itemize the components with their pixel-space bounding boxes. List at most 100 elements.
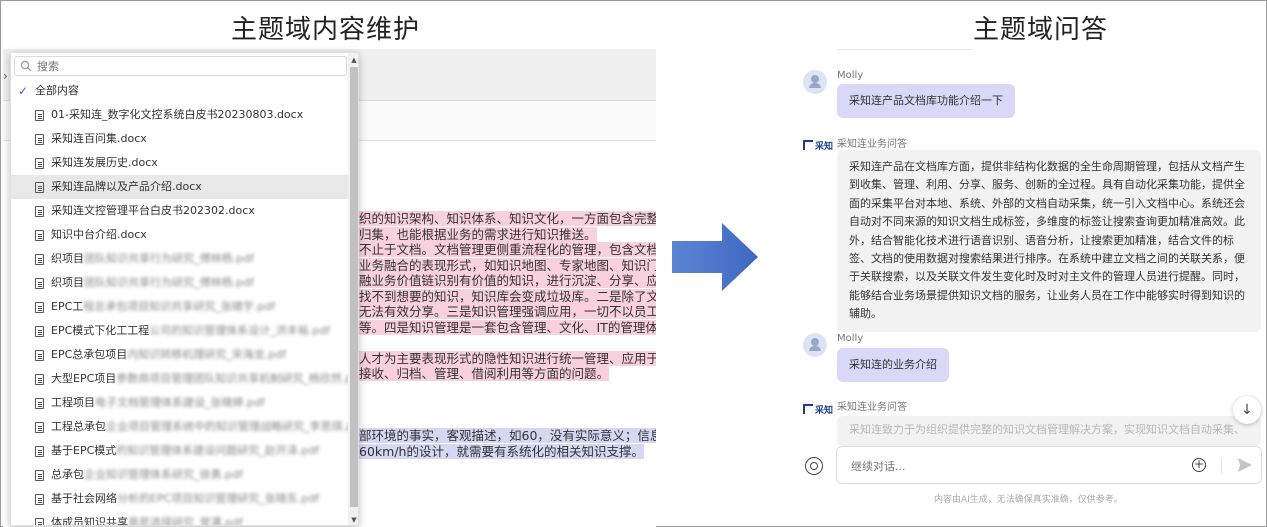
user-message: 采知连产品文档库功能介绍一下 — [837, 84, 1015, 118]
user-avatar-icon — [803, 333, 827, 357]
tree-item-file-label: EPC模式下化工工程 — [51, 324, 150, 337]
scroll-up-icon[interactable]: ▲ — [350, 55, 358, 65]
left-section-title: 主题域内容维护 — [231, 15, 421, 45]
scroll-to-bottom-icon[interactable]: ↓ — [1233, 396, 1261, 424]
bot-message-line: 采知连产品在文档库方面，提供非结构化数据的全生命周期管理，包括从文档产生 — [849, 160, 1245, 173]
tree-item-file-label: 大型EPC项目 — [51, 372, 117, 385]
ai-disclaimer: 内容由AI生成，无法确保真实准确，仅供参考。 — [934, 495, 1123, 505]
search-input[interactable] — [37, 58, 337, 74]
highlighted-text: 归集，也能根据业务的需求进行知识推送。 — [359, 226, 597, 242]
document-content: 织的知识架构、知识体系、知识文化，一方面包含完整的知 归集，也能根据业务的需求进行… — [359, 211, 656, 459]
tree-item-file-blurred: 内知识转移机理研究_宋海龙.pdf — [127, 348, 287, 361]
tree-item-file[interactable]: EPC模式下化工工程公司的知识管理体系设计_洪丰裕.pdf — [11, 319, 348, 343]
search-box[interactable] — [14, 56, 347, 76]
highlighted-text: 业务融合的表现形式，如知识地图、专家地图、知识门户等 — [359, 257, 656, 273]
document-line: 人才为主要表现形式的隐性知识进行统一管理、应用于日常 — [359, 350, 656, 367]
tree-item-file[interactable]: EPC总承包项目内知识转移机理研究_宋海龙.pdf — [11, 343, 348, 367]
check-icon: ✓ — [18, 84, 29, 98]
tree-item-file[interactable]: 采知连品牌以及产品介绍.docx — [11, 175, 348, 199]
tree-item-file[interactable]: 织项目团队知识共享行为研究_傅林杨.pdf — [11, 247, 348, 271]
arrow-right-icon — [672, 223, 758, 291]
search-icon — [20, 60, 32, 72]
chat-input-box[interactable]: + — [836, 446, 1262, 484]
message-sender: Molly — [837, 333, 864, 344]
bot-message-line: 面的采集平台对本地、系统、外部的文档自动采集，统一引入文档中心。系统还会 — [849, 196, 1245, 210]
bot-logo-icon: 采知 — [803, 139, 833, 152]
file-icon — [35, 206, 44, 217]
tree-item-file-blurred: 程总承包项目知识共享研究_张啸宇.pdf — [83, 300, 276, 313]
bot-message-line: 签、文档的使用数据对搜索结果进行排序。在系统中建立文档之间的关联关系，便 — [849, 252, 1245, 266]
bot-logo-icon: 采知 — [803, 403, 833, 416]
document-line: 无法有效分享。三是知识管理强调应用，一切不以员工提升利 — [359, 304, 656, 320]
file-icon — [35, 110, 44, 121]
document-line: 等。四是知识管理是一套包含管理、文化、IT的管理体系， — [359, 319, 656, 336]
dropdown-scrollbar[interactable]: ▲ ▼ — [348, 53, 358, 525]
bot-message-line: 到收集、管理、利用、分享、服务、创新的全过程。具有自动化采集功能，提供全 — [849, 178, 1245, 192]
tree-item-file-label: 织项目 — [51, 276, 84, 289]
file-icon — [35, 470, 44, 481]
tree-item-file[interactable]: 知识中台介绍.docx — [11, 223, 348, 247]
scroll-thumb[interactable] — [350, 67, 358, 507]
tree-item-file[interactable]: 体成员知识共享意愿选择研究_常满.pdf — [11, 511, 348, 526]
chat-input[interactable] — [851, 457, 1171, 475]
tree-item-file[interactable]: 基于EPC模式的知识管理体系建设问题研究_赵开泽.pdf — [11, 439, 348, 463]
tree-item-file-blurred: 企业项目管理系统中的知识管理战略研究_李思琪.pdf — [106, 420, 348, 433]
collapse-arrow-icon[interactable]: › — [3, 69, 8, 83]
tree-item-file[interactable]: 基于社会网络分析的EPC项目知识管理研究_张晓东.pdf — [11, 487, 348, 511]
tree-item-file-blurred: 参数商项目管理团队知识共享机制研究_杨欣然.pdf — [116, 372, 348, 385]
tree-item-file[interactable]: 织项目团队知识共享行为研究_傅林杨.pdf — [11, 271, 348, 295]
tool-icon[interactable] — [805, 457, 823, 475]
file-dropdown: ✓ 全部内容 01-采知连_数字化文控系统白皮书20230803.docx 采知连… — [10, 52, 359, 526]
send-icon[interactable] — [1237, 457, 1253, 473]
scroll-down-arrow-icon[interactable]: ▼ — [350, 515, 358, 525]
document-line: 接收、归档、管理、借阅利用等方面的问题。 — [359, 366, 656, 382]
highlighted-text: 找不到想要的知识，知识库会变成垃圾库。二是除了文档外 — [359, 288, 656, 304]
tree-item-file[interactable]: 采知连百问集.docx — [11, 127, 348, 151]
tree-item-file[interactable]: 大型EPC项目参数商项目管理团队知识共享机制研究_杨欣然.pdf — [11, 367, 348, 391]
input-divider — [1221, 458, 1222, 474]
file-icon — [35, 302, 44, 313]
tree-item-all[interactable]: ✓ 全部内容 — [11, 79, 348, 103]
file-icon — [35, 350, 44, 361]
tree-item-file-blurred: 公司的知识管理体系设计_洪丰裕.pdf — [149, 324, 331, 337]
plus-icon[interactable]: + — [1192, 458, 1206, 472]
highlighted-text: 不止于文档。文档管理更侧重流程化的管理，包含文档的生 — [359, 242, 656, 257]
tree-item-file[interactable]: EPC工程总承包项目知识共享研究_张啸宇.pdf — [11, 295, 348, 319]
tree-item-file[interactable]: 01-采知连_数字化文控系统白皮书20230803.docx — [11, 103, 348, 127]
tree-item-file-label: 采知连文控管理平台白皮书202302.docx — [51, 204, 255, 217]
tree-item-file-blurred: 的知识管理体系建设问题研究_赵开泽.pdf — [116, 444, 320, 457]
tree-item-file[interactable]: 总承包企业知识管理体系研究_徐勇.pdf — [11, 463, 348, 487]
message-sender: 采知连业务问答 — [837, 139, 907, 150]
tree-item-file-label: 工程总承包 — [51, 420, 106, 433]
file-icon — [35, 326, 44, 337]
file-icon — [35, 182, 44, 193]
tree-item-file-blurred: 意愿选择研究_常满.pdf — [128, 516, 243, 526]
tree-item-file[interactable]: 采知连文控管理平台白皮书202302.docx — [11, 199, 348, 223]
document-line: 归集，也能根据业务的需求进行知识推送。 — [359, 226, 656, 243]
tree-item-file-label: 基于社会网络 — [51, 492, 117, 505]
file-icon — [35, 230, 44, 241]
bot-message: 采知连产品在文档库方面，提供非结构化数据的全生命周期管理，包括从文档产生 到收集、… — [837, 150, 1261, 332]
highlighted-text: 等。四是知识管理是一套包含管理、文化、IT的管理体系， — [359, 319, 656, 335]
tree-item-file-blurred: 电子文档管理体系建设_张晓婷.pdf — [95, 396, 265, 409]
file-icon — [35, 446, 44, 457]
file-icon — [35, 398, 44, 409]
tree-item-file-label: 采知连品牌以及产品介绍.docx — [51, 180, 202, 193]
tree-item-file[interactable]: 工程总承包企业项目管理系统中的知识管理战略研究_李思琪.pdf — [11, 415, 348, 439]
user-message: 采知连的业务介绍 — [837, 348, 949, 382]
tree-item-file[interactable]: 采知连发展历史.docx — [11, 151, 348, 175]
bot-message-line: 辅助。 — [849, 307, 882, 321]
tree-item-file-label: EPC总承包项目 — [51, 348, 128, 361]
bot-message: 采知连致力于为组织提供完整的知识文档管理解决方案，实现知识文档自动采集、 — [837, 416, 1261, 446]
right-section-title: 主题域问答 — [973, 15, 1109, 45]
highlighted-text: 接收、归档、管理、借阅利用等方面的问题。 — [359, 366, 610, 381]
bot-message-line: 能够结合业务场景提供知识文档的服务，让业务人员在工作中能够实时得到知识的 — [849, 288, 1245, 302]
tree-item-file-blurred: 企业知识管理体系研究_徐勇.pdf — [84, 468, 243, 481]
document-line: 织的知识架构、知识体系、知识文化，一方面包含完整的知 — [359, 211, 656, 227]
tree-item-file-blurred: 团队知识共享行为研究_傅林杨.pdf — [84, 252, 254, 265]
tree-item-file[interactable]: 工程项目电子文档管理体系建设_张晓婷.pdf — [11, 391, 348, 415]
highlighted-text: 人才为主要表现形式的隐性知识进行统一管理、应用于日常 — [359, 350, 656, 366]
highlighted-text: 部环境的事实，客观描述，如60，没有实际意义；信息是在 — [359, 428, 656, 443]
